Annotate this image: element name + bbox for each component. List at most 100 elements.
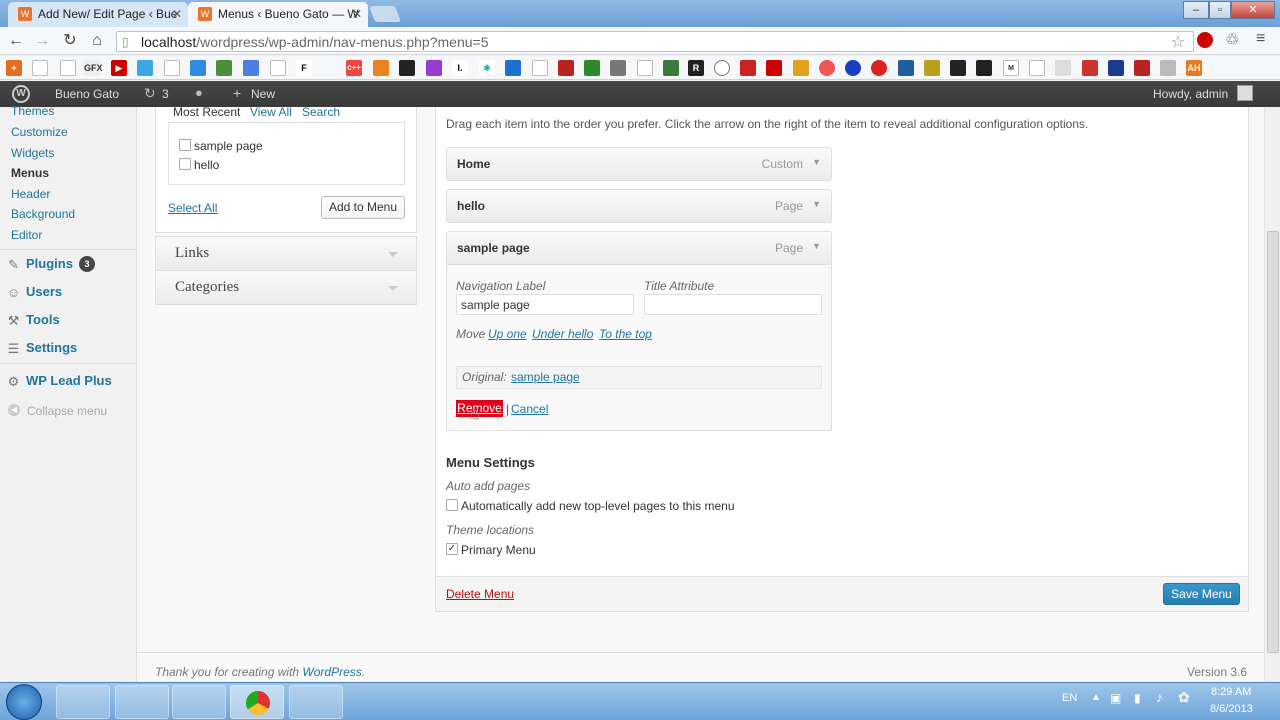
bookmark-page-icon[interactable] [32, 60, 48, 76]
clock-date[interactable]: 8/6/2013 [1210, 703, 1253, 715]
chevron-down-icon[interactable]: ▼ [812, 241, 821, 251]
chrome-menu-icon[interactable]: ≡ [1256, 30, 1265, 48]
browser-tab-menus[interactable]: W Menus ‹ Bueno Gato — W ✕ [188, 2, 368, 27]
bookmark-icon[interactable]: ✱ [479, 60, 495, 76]
tab-view-all[interactable]: View All [250, 105, 292, 119]
original-link[interactable]: sample page [511, 370, 580, 384]
tray-expand-icon[interactable]: ▲ [1091, 692, 1101, 703]
submenu-customize[interactable]: Customize [11, 125, 68, 139]
menu-item-sample-page[interactable]: sample page Page ▼ [446, 231, 832, 265]
cancel-link[interactable]: Cancel [511, 402, 548, 416]
minimize-button[interactable]: – [1183, 1, 1209, 19]
updates-count[interactable]: 3 [162, 87, 169, 101]
scrollbar-thumb[interactable] [1267, 231, 1279, 653]
bookmark-icon[interactable] [1108, 60, 1124, 76]
navigation-label-input[interactable]: sample page [456, 294, 634, 315]
move-under-hello-link[interactable]: Under hello [532, 327, 593, 341]
bookmark-icon[interactable] [1082, 60, 1098, 76]
bookmark-icon[interactable] [663, 60, 679, 76]
sidebar-item-settings[interactable]: ☰ Settings [0, 334, 137, 362]
tab-most-recent[interactable]: Most Recent [173, 105, 240, 119]
bookmark-icon[interactable] [924, 60, 940, 76]
bookmark-icon[interactable] [216, 60, 232, 76]
howdy-user-link[interactable]: Howdy, admin [1153, 87, 1228, 101]
forward-icon[interactable]: → [32, 31, 52, 51]
bookmark-icon[interactable] [190, 60, 206, 76]
extension-icon[interactable]: ♲ [1225, 30, 1239, 50]
close-icon[interactable]: ✕ [172, 2, 182, 26]
scrollbar[interactable] [1264, 107, 1280, 682]
bookmark-icon[interactable] [399, 60, 415, 76]
youtube-bookmark-icon[interactable]: ▶ [111, 60, 127, 76]
home-icon[interactable]: ⌂ [87, 31, 107, 51]
bookmark-page-icon[interactable] [164, 60, 180, 76]
submenu-background[interactable]: Background [11, 207, 75, 221]
sidebar-item-users[interactable]: ☺ Users [0, 278, 137, 306]
bookmark-r-icon[interactable]: R [688, 60, 704, 76]
bookmark-icon[interactable] [505, 60, 521, 76]
select-all-link[interactable]: Select All [168, 201, 217, 215]
save-menu-button[interactable]: Save Menu [1163, 583, 1240, 605]
page-checkbox[interactable] [179, 139, 191, 151]
volume-icon[interactable]: ♪ [1156, 689, 1163, 705]
move-up-one-link[interactable]: Up one [488, 327, 527, 341]
menu-item-hello[interactable]: hello Page ▼ [446, 189, 832, 223]
bookmark-page-icon[interactable] [60, 60, 76, 76]
auto-add-checkbox[interactable] [446, 499, 458, 511]
updates-icon[interactable]: ↻ [144, 85, 156, 102]
bookmark-icon[interactable] [714, 60, 730, 76]
bookmark-icon[interactable] [766, 60, 782, 76]
taskbar-app-icon[interactable] [289, 685, 343, 719]
pinterest-bookmark-icon[interactable] [871, 60, 887, 76]
new-tab-button[interactable] [369, 6, 401, 22]
bookmark-gfx-icon[interactable]: GFX [84, 60, 103, 76]
submenu-editor[interactable]: Editor [11, 228, 42, 242]
maximize-button[interactable]: ▫ [1209, 1, 1231, 19]
bookmark-icon[interactable] [1134, 60, 1150, 76]
tab-search[interactable]: Search [302, 105, 340, 119]
bookmark-icon[interactable] [740, 60, 756, 76]
bookmark-page-icon[interactable] [637, 60, 653, 76]
chevron-down-icon[interactable]: ▼ [812, 157, 821, 167]
reload-icon[interactable]: ↻ [60, 31, 80, 51]
move-to-top-link[interactable]: To the top [599, 327, 652, 341]
sidebar-item-wp-lead-plus[interactable]: ⚙ WP Lead Plus [0, 367, 137, 395]
tray-icon[interactable]: ✿ [1178, 689, 1190, 706]
comments-icon[interactable]: ● [195, 85, 203, 100]
bookmark-icon[interactable] [1160, 60, 1176, 76]
add-to-menu-button[interactable]: Add to Menu [321, 196, 405, 219]
chrome-taskbar-icon[interactable] [230, 685, 284, 719]
clock-time[interactable]: 8:29 AM [1211, 686, 1251, 698]
submenu-widgets[interactable]: Widgets [11, 146, 54, 160]
avatar[interactable] [1237, 85, 1253, 101]
categories-accordion[interactable]: Categories [155, 270, 417, 305]
wordpress-bookmark-icon[interactable] [610, 60, 626, 76]
collapse-icon[interactable]: ◀ [8, 404, 20, 416]
bookmark-ah-icon[interactable]: AH [1186, 60, 1202, 76]
bookmark-icon[interactable] [976, 60, 992, 76]
bookmark-star-icon[interactable]: ☆ [1171, 32, 1185, 52]
bookmark-page-icon[interactable] [532, 60, 548, 76]
new-content-link[interactable]: New [251, 87, 275, 101]
language-indicator[interactable]: EN [1062, 692, 1077, 704]
taskbar-app-icon[interactable] [172, 685, 226, 719]
bookmark-f-icon[interactable]: F [296, 60, 312, 76]
title-attribute-input[interactable] [644, 294, 822, 315]
window-close-button[interactable]: ✕ [1231, 1, 1275, 19]
bookmark-i-icon[interactable]: I. [452, 60, 468, 76]
chevron-down-icon[interactable]: ▼ [812, 199, 821, 209]
bookmark-icon[interactable] [845, 60, 861, 76]
bookmark-m-icon[interactable]: M [1003, 60, 1019, 76]
bookmark-icon[interactable] [898, 60, 914, 76]
opera-extension-icon[interactable] [1197, 32, 1213, 48]
bookmark-icon[interactable]: + [6, 60, 22, 76]
wordpress-logo-icon[interactable]: W [12, 85, 30, 103]
bookmark-page-icon[interactable] [270, 60, 286, 76]
delete-menu-link[interactable]: Delete Menu [446, 587, 514, 601]
bookmark-icon[interactable] [558, 60, 574, 76]
sidebar-item-plugins[interactable]: ✎ Plugins 3 [0, 250, 137, 278]
back-icon[interactable]: ← [6, 31, 26, 51]
bookmark-icon[interactable] [373, 60, 389, 76]
google-bookmark-icon[interactable] [243, 60, 259, 76]
bookmark-icon[interactable] [137, 60, 153, 76]
